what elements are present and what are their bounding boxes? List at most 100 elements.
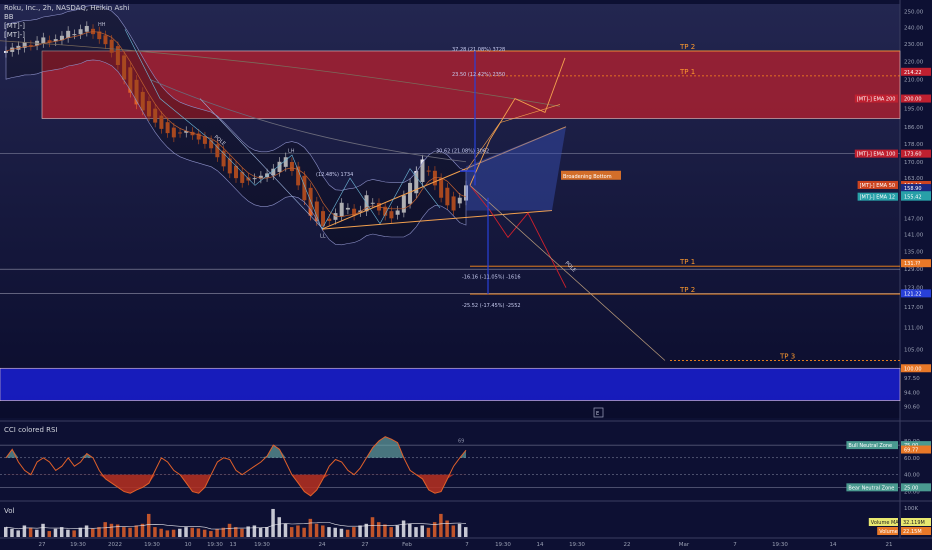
- volume-bar: [178, 528, 182, 537]
- time-axis-tick: 19:30: [207, 542, 223, 548]
- volume-bar: [457, 523, 462, 537]
- volume-bar: [370, 517, 375, 537]
- rsi-zone-label: Bull Neutral Zone: [848, 443, 892, 449]
- chart-root: 250.00 240.00 230.00 220.00 210.00 200.00 195.…: [0, 0, 932, 550]
- volume-pane-title[interactable]: Vol: [4, 507, 14, 515]
- volume-bar: [401, 520, 406, 537]
- price-tag: 131.??: [904, 261, 921, 267]
- volume-bar: [352, 527, 356, 537]
- price-axis-tick: 230.00: [904, 42, 924, 48]
- volume-bar: [22, 525, 27, 537]
- time-axis-tick: 10: [185, 542, 192, 548]
- volume-bar: [196, 528, 201, 537]
- volume-bar: [28, 527, 33, 537]
- volume-bar: [146, 513, 151, 537]
- pattern-label: Broadening Bottom: [563, 174, 612, 180]
- time-axis-tick: 24: [319, 542, 326, 548]
- volume-bar: [134, 525, 139, 537]
- volume-bar: [103, 522, 107, 537]
- measure-label: -16.16 (-11.05%) -1616: [462, 274, 521, 280]
- volume-bar: [314, 523, 319, 537]
- level-label: TP 2: [679, 286, 695, 294]
- volume-bar: [165, 530, 170, 537]
- volume-bar: [302, 527, 306, 537]
- volume-bar: [383, 524, 387, 537]
- time-axis-tick: 14: [537, 542, 544, 548]
- volume-label: Volume: [879, 529, 898, 535]
- volume-bar: [159, 528, 163, 537]
- chart-canvas[interactable]: 250.00 240.00 230.00 220.00 210.00 200.00 195.…: [0, 0, 932, 550]
- price-axis-tick: 111.00: [904, 326, 924, 332]
- ema-label: [MT]-] EMA 200: [857, 97, 896, 103]
- volume-bar: [258, 527, 263, 537]
- volume-bar: [4, 527, 8, 537]
- price-axis-tick: 94.00: [904, 390, 920, 396]
- price-axis-tick: 135.00: [904, 249, 924, 255]
- measure-label: (12.48%) 1734: [316, 172, 353, 178]
- price-axis-tick: 117.00: [904, 305, 924, 311]
- mt-indicator-label-1[interactable]: [MT]-]: [4, 22, 25, 31]
- swing-label: LH: [288, 149, 295, 155]
- volume-bar: [308, 518, 313, 537]
- time-axis-tick: 19:30: [70, 542, 86, 548]
- rsi-tag: 69.77: [904, 448, 918, 454]
- volume-bar: [41, 523, 45, 537]
- rsi-axis-tick: 60.00: [904, 456, 920, 462]
- volume-axis-tick: 100K: [904, 506, 918, 512]
- time-axis-tick: 22: [624, 542, 631, 548]
- volume-bar: [289, 527, 294, 537]
- price-axis-tick: 97.50: [904, 376, 920, 382]
- volume-bar: [171, 529, 176, 537]
- volume-bar: [153, 527, 157, 537]
- level-label: TP 1: [679, 68, 695, 76]
- volume-bar: [72, 530, 76, 537]
- volume-bar: [240, 528, 244, 537]
- volume-bar: [115, 524, 120, 537]
- time-axis-tick: 19:30: [254, 542, 270, 548]
- volume-bar: [109, 523, 114, 537]
- measure-label: 23.50 (12.42%) 2350: [452, 72, 505, 78]
- time-axis-tick: 7: [465, 542, 469, 548]
- volume-bar: [91, 528, 95, 537]
- volume-bar: [296, 525, 300, 537]
- swing-label: LL: [320, 233, 326, 239]
- price-tag: 214.22: [904, 70, 922, 76]
- rsi-pane-title[interactable]: CCI colored RSI: [4, 426, 58, 434]
- level-label: TP 2: [679, 43, 695, 51]
- mt-indicator-label-2[interactable]: [MT]-]: [4, 31, 25, 40]
- rsi-zone-label: Bear Neutral Zone: [848, 485, 894, 491]
- price-axis-tick: 170.00: [904, 160, 924, 166]
- symbol-title[interactable]: Roku, Inc., 2h, NASDAQ, Heikin Ashi: [4, 4, 129, 13]
- zone-support: [0, 367, 901, 402]
- volume-bar: [283, 523, 288, 537]
- price-axis-tick: 90.60: [904, 405, 920, 411]
- time-axis-tick: 19:30: [144, 542, 160, 548]
- time-axis-tick: 19:30: [772, 542, 788, 548]
- volume-bar: [10, 528, 14, 537]
- volume-bar: [78, 527, 83, 537]
- volume-bar: [426, 527, 431, 537]
- volume-bar: [184, 527, 188, 537]
- volume-bar: [333, 527, 337, 537]
- time-axis-tick: 27: [39, 542, 46, 548]
- ema-label: [MT]-] EMA 12: [860, 195, 895, 201]
- volume-bar: [234, 527, 238, 537]
- volume-bar: [227, 523, 232, 537]
- time-axis-tick: 13: [230, 542, 237, 548]
- volume-bar: [389, 527, 393, 537]
- bb-indicator-label[interactable]: BB: [4, 13, 14, 22]
- level-label: TP 1: [679, 258, 695, 266]
- price-tag: 158.90: [904, 186, 922, 192]
- volume-bar: [339, 528, 344, 537]
- volume-bar: [395, 525, 400, 537]
- time-axis-tick: 19:30: [495, 542, 511, 548]
- rsi-axis-tick: 40.00: [904, 473, 920, 479]
- volume-bar: [66, 529, 70, 537]
- volume-tag: 32.119M: [903, 520, 925, 526]
- time-axis-tick: 27: [362, 542, 369, 548]
- volume-bar: [97, 527, 101, 537]
- volume-bar: [16, 530, 20, 537]
- price-tag: 121.22: [904, 291, 922, 297]
- level-label: TP 3: [779, 353, 795, 361]
- price-axis-tick: 186.00: [904, 125, 924, 131]
